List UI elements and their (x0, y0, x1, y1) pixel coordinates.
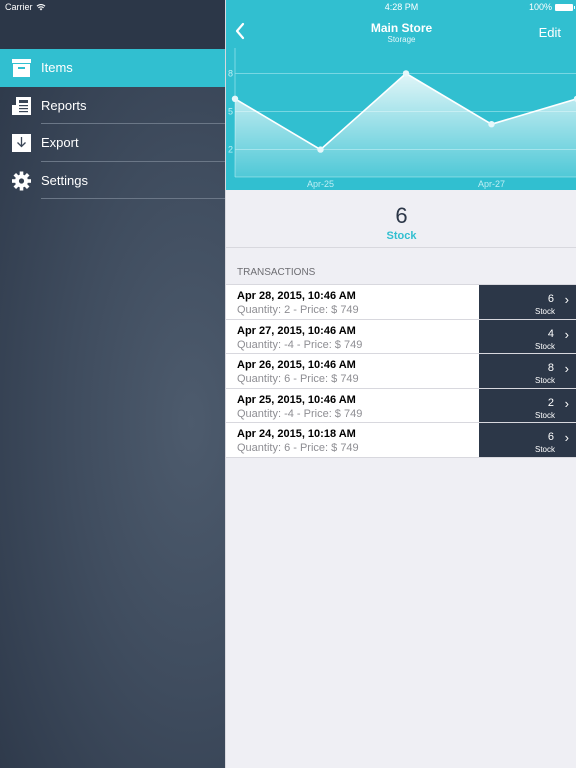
sidebar-item-label: Settings (41, 172, 88, 188)
transaction-detail: Quantity: 6 - Price: $ 749 (237, 442, 359, 454)
data-point (402, 70, 410, 77)
stock-unit: Stock (534, 410, 555, 420)
chevron-right-icon: › (564, 395, 569, 411)
transaction-stock[interactable]: 6 Stock › (479, 423, 576, 457)
main-panel: 4:28 PM 100% Main Store Storage Edit 2 5 8… (225, 0, 576, 768)
stock-count: 6 (547, 431, 554, 443)
download-icon (11, 133, 32, 153)
chevron-right-icon: › (564, 430, 569, 445)
newspaper-icon (11, 96, 32, 116)
stock-label: Stock (386, 230, 417, 242)
sidebar-item-reports[interactable]: Reports (0, 87, 225, 124)
transaction-stock[interactable]: 8 Stock › (479, 354, 576, 388)
data-point (231, 95, 239, 102)
carrier-label: Carrier (5, 2, 33, 12)
transaction-date: Apr 26, 2015, 10:46 AM (237, 359, 356, 371)
data-point (317, 146, 324, 153)
y-tick-label: 5 (228, 107, 233, 117)
transaction-stock[interactable]: 2 Stock › (479, 388, 576, 422)
wifi-icon (36, 4, 45, 11)
y-tick-label: 2 (228, 145, 233, 155)
chart-area (235, 73, 576, 177)
data-point (488, 121, 495, 128)
transaction-date: Apr 24, 2015, 10:18 AM (237, 428, 356, 440)
chevron-right-icon: › (564, 361, 569, 376)
stock-unit: Stock (534, 376, 555, 385)
stock-unit: Stock (534, 307, 555, 316)
transaction-stock[interactable]: 4 Stock › (479, 319, 576, 353)
transaction-row[interactable]: Apr 25, 2015, 10:46 AM Quantity: -4 - Pr… (226, 388, 576, 423)
transaction-row[interactable]: Apr 24, 2015, 10:18 AM Quantity: 6 - Pri… (226, 423, 576, 458)
divider (41, 198, 225, 199)
transaction-row[interactable]: Apr 26, 2015, 10:46 AM Quantity: 6 - Pri… (226, 354, 576, 389)
transactions-list: Apr 28, 2015, 10:46 AM Quantity: 2 - Pri… (226, 284, 576, 458)
stock-unit: Stock (534, 341, 555, 351)
transaction-date: Apr 25, 2015, 10:46 AM (237, 393, 356, 406)
transaction-stock[interactable]: 6 Stock › (479, 285, 576, 319)
stock-count: 2 (547, 396, 554, 409)
status-time: 4:28 PM (384, 2, 419, 12)
stock-unit: Stock (534, 445, 555, 454)
stock-value: 6 (395, 203, 408, 228)
chevron-right-icon: › (564, 326, 569, 342)
status-bar-right: 100% (528, 2, 575, 12)
sidebar-item-label: Export (41, 135, 79, 150)
battery-icon (555, 3, 575, 11)
sidebar: Carrier Items Reports Export Settings (0, 0, 225, 768)
transaction-row[interactable]: Apr 27, 2015, 10:46 AM Quantity: -4 - Pr… (226, 319, 576, 354)
transaction-row[interactable]: Apr 28, 2015, 10:46 AM Quantity: 2 - Pri… (226, 285, 576, 320)
chevron-right-icon: › (564, 292, 569, 307)
archive-box-icon (11, 58, 32, 78)
transaction-detail: Quantity: -4 - Price: $ 749 (237, 407, 363, 420)
stock-chart: 2 5 8 Apr-25 Apr-27 (228, 48, 576, 189)
transaction-date: Apr 28, 2015, 10:46 AM (237, 290, 356, 302)
sidebar-item-items[interactable]: Items (0, 49, 225, 87)
header: 4:28 PM 100% Main Store Storage Edit 2 5 8… (226, 0, 576, 190)
transaction-detail: Quantity: 2 - Price: $ 749 (237, 304, 359, 316)
x-tick-label: Apr-25 (307, 179, 334, 189)
sidebar-item-label: Reports (41, 97, 87, 113)
transaction-detail: Quantity: -4 - Price: $ 749 (237, 338, 363, 351)
transactions-header: TRANSACTIONS (237, 267, 316, 278)
sidebar-menu: Items Reports Export Settings (0, 49, 225, 199)
x-tick-label: Apr-27 (478, 179, 505, 189)
status-bar-left: Carrier (5, 2, 46, 12)
sidebar-item-label: Items (41, 60, 73, 75)
stock-count: 6 (547, 293, 554, 305)
stock-summary: 6 Stock (226, 190, 576, 248)
transaction-date: Apr 27, 2015, 10:46 AM (237, 324, 356, 337)
sidebar-item-settings[interactable]: Settings (0, 162, 225, 199)
y-tick-label: 8 (228, 68, 233, 78)
sidebar-item-export[interactable]: Export (0, 124, 225, 162)
gear-icon (11, 171, 32, 191)
stock-count: 8 (547, 362, 554, 374)
edit-button[interactable]: Edit (539, 25, 561, 40)
page-subtitle: Storage (387, 35, 416, 44)
transaction-detail: Quantity: 6 - Price: $ 749 (237, 373, 359, 385)
page-title: Main Store (370, 21, 433, 35)
battery-percent: 100% (528, 2, 552, 12)
stock-count: 4 (547, 327, 554, 340)
